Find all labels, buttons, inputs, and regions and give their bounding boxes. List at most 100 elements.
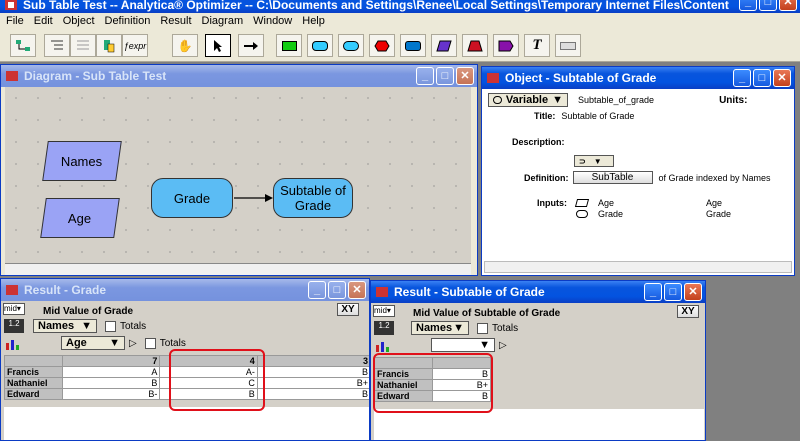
- object-title: Object - Subtable of Grade: [505, 71, 657, 85]
- definition-label: Definition:: [524, 172, 569, 183]
- input-grade-name[interactable]: Grade: [598, 209, 623, 219]
- result-subtable-close-button[interactable]: ✕: [684, 283, 702, 301]
- class-dropdown[interactable]: Variable ▼: [488, 93, 568, 107]
- definition-text: of Grade indexed by Names: [658, 172, 771, 183]
- subtable-button[interactable]: SubTable: [572, 171, 653, 184]
- menu-definition[interactable]: Definition: [105, 15, 151, 27]
- title-field[interactable]: Subtable of Grade: [561, 111, 634, 121]
- definition-type-dropdown[interactable]: ⊃ ▼: [574, 155, 614, 167]
- node-grade[interactable]: Grade: [151, 178, 233, 218]
- diagram-close-button[interactable]: ✕: [456, 67, 474, 85]
- menu-window[interactable]: Window: [253, 15, 292, 27]
- row-index-dropdown-2[interactable]: Names ▼: [411, 321, 469, 335]
- menu-edit[interactable]: Edit: [34, 15, 53, 27]
- list-icon[interactable]: [70, 34, 96, 57]
- connector-arrow-icon[interactable]: [238, 34, 264, 57]
- object-minimize-button[interactable]: _: [733, 69, 751, 87]
- object-title-bar[interactable]: Object - Subtable of Grade _ □ ✕: [482, 67, 794, 89]
- result-subtable-title-bar[interactable]: Result - Subtable of Grade _ □ ✕: [371, 281, 705, 303]
- chevron-down-icon: ▼: [552, 94, 563, 106]
- result-subtable-title: Result - Subtable of Grade: [394, 285, 545, 299]
- diagram-minimize-button[interactable]: _: [416, 67, 434, 85]
- decision-icon[interactable]: [276, 34, 302, 57]
- table-cell[interactable]: A: [61, 366, 161, 378]
- close-button[interactable]: ✕: [779, 0, 797, 11]
- uncertainty-view-dropdown[interactable]: mid▾: [3, 303, 25, 315]
- toolbar: ƒexpr ✋ T: [0, 29, 800, 62]
- table-view-icon[interactable]: 1.2: [4, 319, 24, 333]
- index-icon[interactable]: [400, 34, 426, 57]
- column-index-dropdown[interactable]: Age ▼: [61, 336, 125, 350]
- diagram-scrollbar[interactable]: [5, 263, 471, 275]
- menu-result[interactable]: Result: [160, 15, 191, 27]
- graph-view-icon[interactable]: [4, 337, 24, 351]
- result-grade-title-bar[interactable]: Result - Grade _ □ ✕: [1, 279, 369, 301]
- result-subtable-minimize-button[interactable]: _: [644, 283, 662, 301]
- diagram-icon[interactable]: [10, 34, 36, 57]
- menu-file[interactable]: File: [6, 15, 24, 27]
- node-names[interactable]: Names: [42, 141, 122, 181]
- menu-object[interactable]: Object: [63, 15, 95, 27]
- table-cell[interactable]: B: [256, 366, 369, 378]
- table-cell[interactable]: B: [256, 388, 369, 400]
- diagram-maximize-button[interactable]: □: [436, 67, 454, 85]
- column-header: 3: [256, 355, 369, 367]
- diagram-canvas[interactable]: Names Age Grade Subtable of Grade: [5, 87, 471, 263]
- pivot-arrow-icon-2[interactable]: ▷: [499, 340, 507, 351]
- object-maximize-button[interactable]: □: [753, 69, 771, 87]
- menu-help[interactable]: Help: [302, 15, 325, 27]
- module-icon[interactable]: [462, 34, 488, 57]
- outline-icon[interactable]: [44, 34, 70, 57]
- row-index-label: Names: [38, 320, 75, 332]
- column-index-dropdown-2[interactable]: ▼: [431, 338, 495, 352]
- node-subtable-of-grade[interactable]: Subtable of Grade: [273, 178, 353, 218]
- input-age-name[interactable]: Age: [598, 198, 614, 208]
- result-grade-close-button[interactable]: ✕: [348, 281, 366, 299]
- identifier-field[interactable]: Subtable_of_grade: [578, 95, 654, 105]
- highlight-column-3: [169, 349, 265, 411]
- row-header: Francis: [4, 366, 63, 378]
- row-index-dropdown[interactable]: Names ▼: [33, 319, 97, 333]
- minimize-button[interactable]: _: [739, 0, 757, 11]
- result-subtable-maximize-button[interactable]: □: [664, 283, 682, 301]
- attributes-icon[interactable]: [96, 34, 122, 57]
- row-totals-checkbox[interactable]: [105, 320, 116, 332]
- table-cell[interactable]: B: [61, 377, 161, 389]
- row-totals-checkbox-2[interactable]: [477, 322, 488, 334]
- app-title-bar[interactable]: Sub Table Test -- Analytica® Optimizer -…: [0, 0, 800, 13]
- arrow-pointer-icon[interactable]: [205, 34, 231, 57]
- constant-icon[interactable]: [431, 34, 457, 57]
- diagram-title-bar[interactable]: Diagram - Sub Table Test _ □ ✕: [1, 65, 477, 87]
- object-close-button[interactable]: ✕: [773, 69, 791, 87]
- maximize-button[interactable]: □: [759, 0, 777, 11]
- row-totals-label-2: Totals: [492, 322, 519, 334]
- form-icon[interactable]: [555, 34, 581, 57]
- browse-hand-icon[interactable]: ✋: [172, 34, 198, 57]
- chevron-down-icon-3: ▼: [81, 320, 92, 332]
- text-icon[interactable]: T: [524, 34, 550, 57]
- xy-button-2[interactable]: XY: [677, 305, 699, 318]
- menu-diagram[interactable]: Diagram: [202, 15, 244, 27]
- xy-button[interactable]: XY: [337, 303, 359, 316]
- table-cell[interactable]: B+: [256, 377, 369, 389]
- result-subtable-window-icon: [375, 285, 389, 299]
- index-parallelogram-icon: [574, 199, 590, 207]
- column-totals-checkbox[interactable]: [144, 337, 156, 349]
- uncertainty-view-dropdown-2[interactable]: mid▾: [373, 305, 395, 317]
- pivot-arrow-icon[interactable]: ▷: [129, 338, 137, 349]
- result-grade-window-icon: [5, 283, 19, 297]
- library-icon[interactable]: [493, 34, 519, 57]
- object-scrollbar[interactable]: [484, 261, 792, 273]
- expression-icon[interactable]: ƒexpr: [122, 34, 148, 57]
- result-grade-minimize-button[interactable]: _: [308, 281, 326, 299]
- objective-icon[interactable]: [369, 34, 395, 57]
- graph-view-icon-2[interactable]: [374, 339, 394, 353]
- result-subtable-window: Result - Subtable of Grade _ □ ✕ mid▾ 1.…: [370, 280, 706, 441]
- result-grade-maximize-button[interactable]: □: [328, 281, 346, 299]
- chance-icon[interactable]: [307, 34, 333, 57]
- table-cell[interactable]: B-: [61, 388, 161, 400]
- table-view-icon-2[interactable]: 1.2: [374, 321, 394, 335]
- input-age-title: Age: [706, 198, 723, 208]
- node-age[interactable]: Age: [40, 198, 120, 238]
- general-icon[interactable]: [338, 34, 364, 57]
